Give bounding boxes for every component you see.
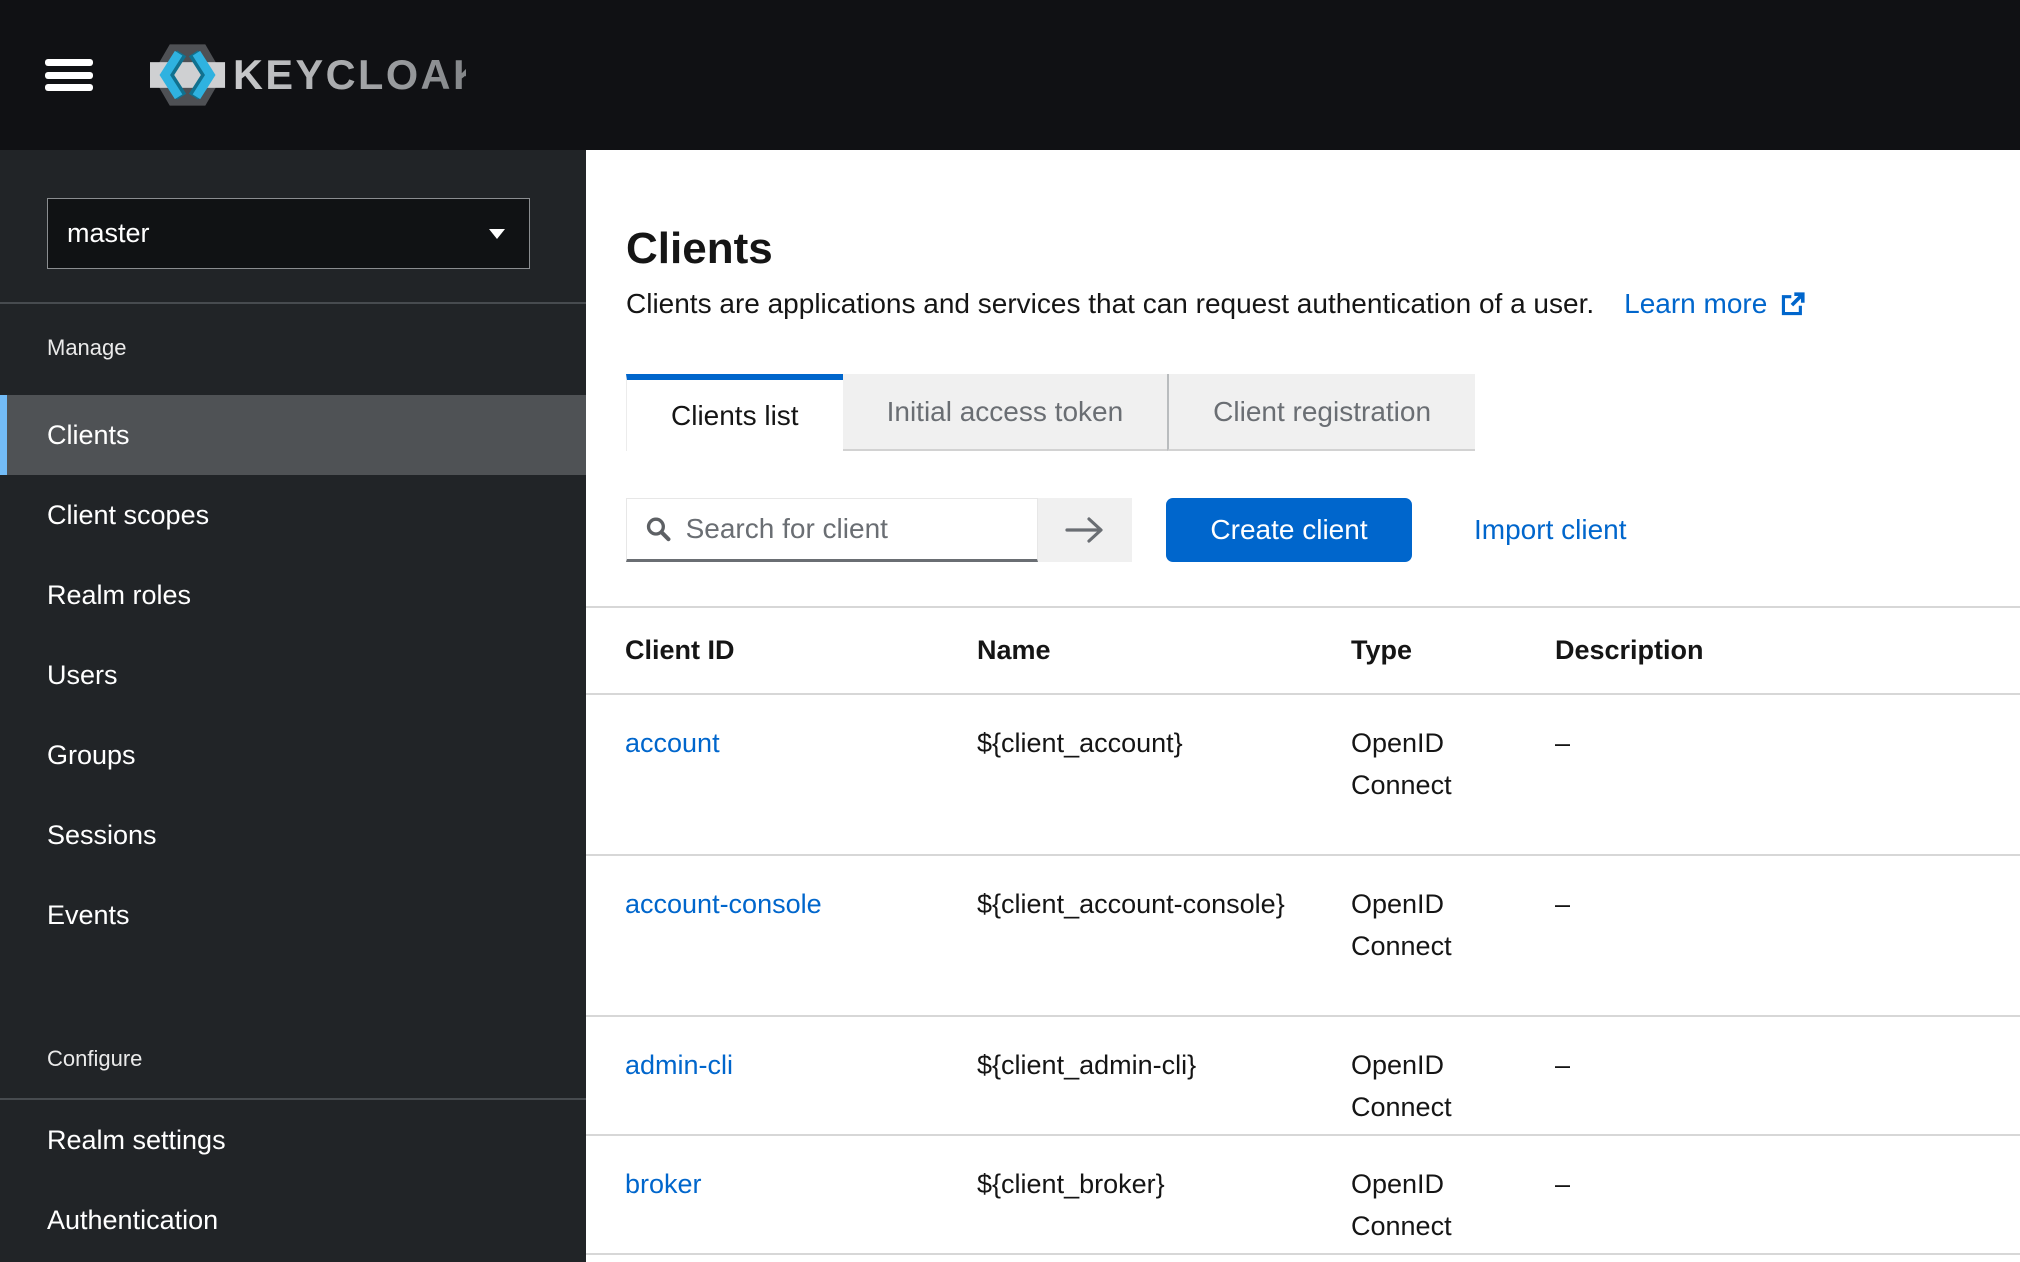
nav-section-manage: Manage Clients Client scopes Realm roles…	[0, 328, 586, 955]
search-group	[626, 498, 1132, 562]
search-submit-button[interactable]	[1038, 498, 1132, 562]
configure-nav: Realm settings Authentication	[0, 1100, 586, 1260]
client-id-link[interactable]: account	[625, 728, 720, 758]
sidebar-item-realm-roles[interactable]: Realm roles	[0, 555, 586, 635]
manage-nav: Clients Client scopes Realm roles Users …	[0, 395, 586, 955]
tab-clients-list[interactable]: Clients list	[626, 374, 843, 451]
tab-client-registration[interactable]: Client registration	[1167, 374, 1475, 451]
client-type-cell: OpenID Connect	[1335, 855, 1539, 1016]
client-id-link[interactable]: broker	[625, 1169, 702, 1199]
search-input[interactable]	[686, 513, 1037, 545]
learn-more-link[interactable]: Learn more	[1624, 288, 1807, 320]
client-id-link[interactable]: admin-cli	[625, 1050, 733, 1080]
clients-table: Client ID Name Type Description account …	[586, 606, 2020, 1255]
tabs: Clients list Initial access token Client…	[626, 374, 1958, 451]
sidebar: master Manage Clients Client scopes Real…	[0, 150, 586, 1262]
sidebar-item-authentication[interactable]: Authentication	[0, 1180, 586, 1260]
arrow-right-icon	[1062, 515, 1108, 545]
client-name-cell: ${client_account-console}	[961, 855, 1335, 1016]
table-row: account-console ${client_account-console…	[586, 855, 2020, 1016]
masthead: KEYCLOAK	[0, 0, 2020, 150]
toolbar: Create client Import client	[626, 498, 1958, 562]
page-subtitle: Clients are applications and services th…	[626, 286, 1594, 322]
client-name-cell: ${client_broker}	[961, 1135, 1335, 1254]
client-description-cell: –	[1539, 855, 2020, 1016]
client-description-cell: –	[1539, 1135, 2020, 1254]
client-type-cell: OpenID Connect	[1335, 694, 1539, 855]
column-header-type: Type	[1335, 607, 1539, 694]
column-header-description: Description	[1539, 607, 2020, 694]
sidebar-item-groups[interactable]: Groups	[0, 715, 586, 795]
sidebar-item-sessions[interactable]: Sessions	[0, 795, 586, 875]
sidebar-item-realm-settings[interactable]: Realm settings	[0, 1100, 586, 1180]
nav-section-configure: Configure Realm settings Authentication	[0, 1039, 586, 1260]
page-title: Clients	[626, 225, 1958, 273]
table-row: account ${client_account} OpenID Connect…	[586, 694, 2020, 855]
sidebar-divider	[0, 302, 586, 304]
sidebar-item-client-scopes[interactable]: Client scopes	[0, 475, 586, 555]
tab-initial-access-token[interactable]: Initial access token	[843, 374, 1168, 451]
client-name-cell: ${client_account}	[961, 694, 1335, 855]
sidebar-item-users[interactable]: Users	[0, 635, 586, 715]
table-header-row: Client ID Name Type Description	[586, 607, 2020, 694]
sidebar-item-clients[interactable]: Clients	[0, 395, 586, 475]
page-subtitle-row: Clients are applications and services th…	[626, 286, 1958, 322]
search-icon	[644, 513, 673, 545]
realm-selector-value: master	[67, 218, 150, 249]
create-client-button[interactable]: Create client	[1166, 498, 1412, 562]
client-id-link[interactable]: account-console	[625, 889, 822, 919]
brand-text: KEYCLOAK	[233, 51, 466, 98]
client-type-cell: OpenID Connect	[1335, 1135, 1539, 1254]
sidebar-item-events[interactable]: Events	[0, 875, 586, 955]
client-name-cell: ${client_admin-cli}	[961, 1016, 1335, 1135]
keycloak-hexagon-icon: KEYCLOAK	[150, 39, 466, 111]
client-type-cell: OpenID Connect	[1335, 1016, 1539, 1135]
chevron-down-icon	[489, 229, 505, 239]
client-description-cell: –	[1539, 1016, 2020, 1135]
realm-selector-dropdown[interactable]: master	[47, 198, 530, 269]
main-content: Clients Clients are applications and ser…	[586, 150, 2020, 1262]
search-box	[626, 498, 1038, 562]
nav-section-title-configure: Configure	[47, 1039, 586, 1079]
external-link-icon	[1778, 290, 1807, 319]
nav-section-title-manage: Manage	[47, 328, 586, 368]
client-description-cell: –	[1539, 694, 2020, 855]
column-header-client-id: Client ID	[586, 607, 961, 694]
keycloak-logo[interactable]: KEYCLOAK	[150, 39, 466, 111]
column-header-name: Name	[961, 607, 1335, 694]
nav-toggle-hamburger-icon[interactable]	[45, 59, 93, 91]
table-row: broker ${client_broker} OpenID Connect –	[586, 1135, 2020, 1254]
table-row: admin-cli ${client_admin-cli} OpenID Con…	[586, 1016, 2020, 1135]
import-client-link[interactable]: Import client	[1474, 514, 1627, 546]
